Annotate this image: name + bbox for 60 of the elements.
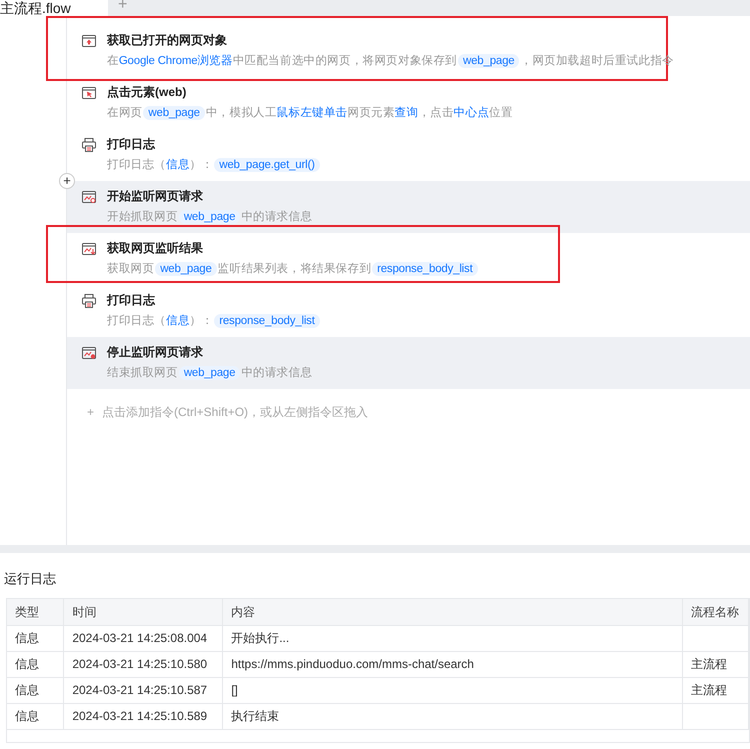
table-cell: 执行结束 xyxy=(222,703,682,729)
step-row[interactable]: 打印日志 打印日志（信息）： response_body_list xyxy=(67,285,750,337)
variable-chip[interactable]: response_body_list xyxy=(214,314,320,328)
step-description: 获取网页 web_page 监听结果列表，将结果保存到 response_body_list xyxy=(107,259,479,279)
variable-chip[interactable]: response_body_list xyxy=(372,262,478,276)
parameter-link[interactable]: 信息 xyxy=(166,159,190,171)
step-description: 开始抓取网页 web_page 中的请求信息 xyxy=(107,209,312,226)
step-row[interactable]: 获取网页监听结果 获取网页 web_page 监听结果列表，将结果保存到 response_body_list xyxy=(67,233,750,285)
step-title[interactable]: 点击元素(web) xyxy=(107,84,513,100)
step-description: 打印日志（信息）： response_body_list xyxy=(107,311,321,331)
table-cell: 2024-03-21 14:25:10.589 xyxy=(64,703,223,729)
insert-step-button[interactable]: + xyxy=(59,173,75,189)
table-cell: 主流程 xyxy=(682,651,748,677)
step-description: 在网页 web_page 中，模拟人工鼠标左键单击网页元素查询，点击中心点位置 xyxy=(107,105,513,122)
step-title[interactable]: 停止监听网页请求 xyxy=(107,344,312,360)
table-cell: https://mms.pinduoduo.com/mms-chat/search xyxy=(222,651,682,677)
variable-chip[interactable]: web_page xyxy=(178,210,240,224)
printer-icon xyxy=(81,137,97,153)
column-header: 内容 xyxy=(222,599,682,625)
step-title[interactable]: 获取已打开的网页对象 xyxy=(107,32,674,48)
parameter-link[interactable]: 鼠标左键单击 xyxy=(276,107,348,119)
chart-window-icon xyxy=(81,189,97,205)
column-header: 时间 xyxy=(64,599,223,625)
step-description: 结束抓取网页 web_page 中的请求信息 xyxy=(107,365,312,382)
variable-chip[interactable]: web_page xyxy=(458,54,520,68)
log-title: 运行日志 xyxy=(3,570,57,588)
table-cell: 2024-03-21 14:25:08.004 xyxy=(64,625,223,651)
variable-chip[interactable]: web_page xyxy=(143,106,205,120)
table-cell: 信息 xyxy=(7,651,64,677)
variable-chip[interactable]: web_page.get_url() xyxy=(214,158,320,172)
chart-download-icon xyxy=(81,241,97,257)
table-cell: 2024-03-21 14:25:10.580 xyxy=(64,651,223,677)
parameter-link[interactable]: 信息 xyxy=(166,315,190,327)
table-cell: 信息 xyxy=(7,703,64,729)
step-row[interactable]: 开始监听网页请求 开始抓取网页 web_page 中的请求信息 xyxy=(67,181,750,233)
parameter-link[interactable]: Google Chrome浏览器 xyxy=(118,55,233,67)
step-title[interactable]: 打印日志 xyxy=(107,136,321,152)
step-row[interactable]: 停止监听网页请求 结束抓取网页 web_page 中的请求信息 xyxy=(67,337,750,389)
step-title[interactable]: 打印日志 xyxy=(107,292,321,308)
table-cell: 2024-03-21 14:25:10.587 xyxy=(64,677,223,703)
cursor-click-icon xyxy=(81,85,97,101)
table-cell: 主流程 xyxy=(682,677,748,703)
step-description: 打印日志（信息）： web_page.get_url() xyxy=(107,155,321,175)
table-cell: 信息 xyxy=(7,625,64,651)
variable-chip[interactable]: web_page xyxy=(178,366,240,380)
parameter-link[interactable]: 查询 xyxy=(394,107,418,119)
column-header: 流程名称 xyxy=(682,599,748,625)
browser-window-icon xyxy=(81,33,97,49)
parameter-link[interactable]: 中心点 xyxy=(454,107,490,119)
table-cell: 开始执行... xyxy=(222,625,682,651)
chart-window-icon xyxy=(81,345,97,361)
column-header: 类型 xyxy=(7,599,64,625)
add-icon: + xyxy=(87,403,94,421)
step-title[interactable]: 开始监听网页请求 xyxy=(107,188,312,204)
printer-icon xyxy=(81,293,97,309)
variable-chip[interactable]: web_page xyxy=(155,262,217,276)
table-cell: [] xyxy=(222,677,682,703)
step-title[interactable]: 获取网页监听结果 xyxy=(107,240,479,256)
step-row[interactable]: 点击元素(web) 在网页 web_page 中，模拟人工鼠标左键单击网页元素查询，点击中心点位置 xyxy=(67,77,750,129)
table-cell: 信息 xyxy=(7,677,64,703)
